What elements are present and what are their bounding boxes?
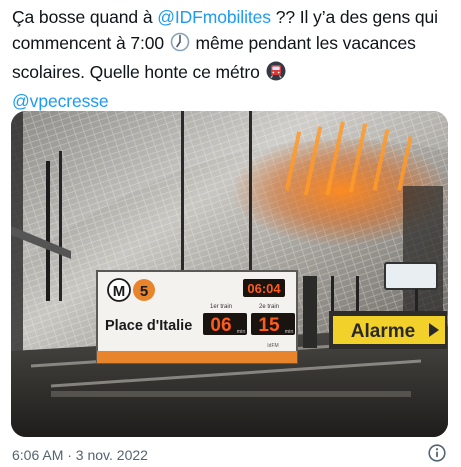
first-train-min-unit: min bbox=[237, 329, 246, 335]
tweet-text-part1: Ça bosse quand à bbox=[12, 7, 158, 27]
operator-logo: IdFM bbox=[267, 343, 278, 349]
metro-m-badge: M bbox=[113, 283, 126, 300]
metro-info-board: M 5 06:04 1er train 2e train Place d'Ita… bbox=[96, 270, 298, 364]
board-clock-display: 06:04 bbox=[247, 281, 281, 296]
first-train-label: 1er train bbox=[210, 304, 232, 310]
alarm-sign: Alarme bbox=[329, 311, 447, 349]
tweet-photo[interactable]: M 5 06:04 1er train 2e train Place d'Ita… bbox=[11, 111, 448, 437]
second-train-min-unit: min bbox=[285, 329, 294, 335]
line-number-badge: 5 bbox=[140, 283, 148, 300]
mention-idfmobilites[interactable]: @IDFmobilites bbox=[157, 7, 271, 27]
mention-vpecresse[interactable]: @vpecresse bbox=[12, 91, 109, 111]
tweet-text: Ça bosse quand à @IDFmobilites ?? Il y’a… bbox=[12, 4, 452, 114]
alarm-sign-text: Alarme bbox=[351, 321, 415, 342]
station-name: Place d'Italie bbox=[105, 318, 192, 334]
clock-seven-icon bbox=[170, 32, 190, 59]
second-train-minutes: 15 bbox=[258, 315, 280, 336]
metro-station-photo: M 5 06:04 1er train 2e train Place d'Ita… bbox=[11, 111, 448, 437]
info-circle-icon[interactable] bbox=[428, 444, 446, 462]
first-train-minutes: 06 bbox=[210, 315, 231, 336]
tweet-timestamp[interactable]: 6:06 AM · 3 nov. 2022 bbox=[12, 447, 148, 463]
second-train-label: 2e train bbox=[259, 304, 279, 310]
metro-icon bbox=[266, 61, 286, 88]
